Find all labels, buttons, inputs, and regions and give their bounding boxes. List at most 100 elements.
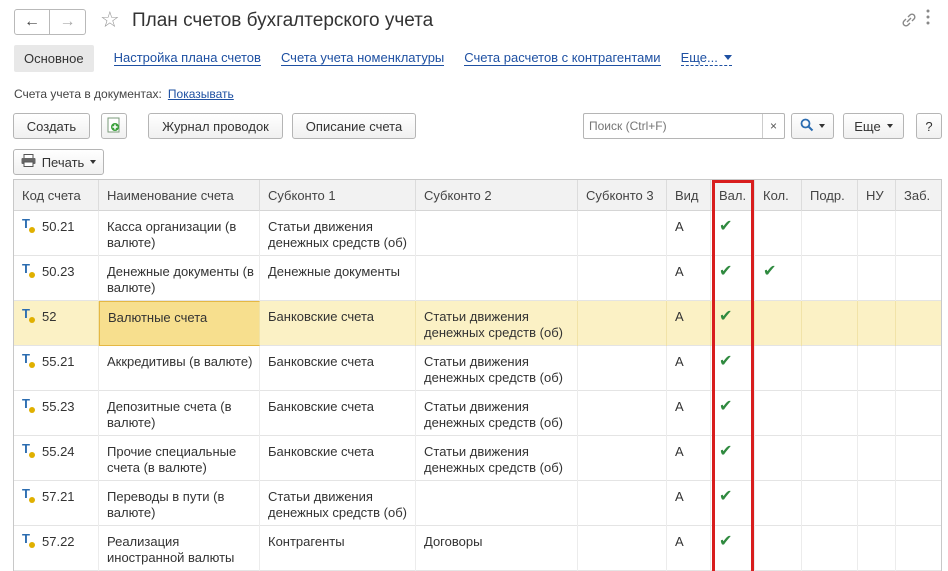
cell-qty[interactable] (755, 301, 802, 346)
col-header-tax[interactable]: НУ (858, 180, 896, 211)
table-row[interactable]: T 57.22 Реализация иностранной валюты Контр… (14, 526, 941, 571)
cell-val[interactable]: ✔ (711, 391, 755, 436)
cell-qty[interactable] (755, 346, 802, 391)
cell-code[interactable]: T 52 (14, 301, 99, 346)
cell-sub3[interactable] (578, 526, 667, 571)
col-header-subconto1[interactable]: Субконто 1 (260, 180, 416, 211)
table-row[interactable]: T 55.24 Прочие специальные счета (в валюте… (14, 436, 941, 481)
cell-val[interactable]: ✔ (711, 436, 755, 481)
cell-sub3[interactable] (578, 301, 667, 346)
cell-code[interactable]: T 50.21 (14, 211, 99, 256)
cell-code[interactable]: T 55.23 (14, 391, 99, 436)
cell-sub3[interactable] (578, 436, 667, 481)
cell-tax[interactable] (858, 256, 896, 301)
table-row[interactable]: T 52 Валютные счета Банковские счета Статьи … (14, 301, 941, 346)
cell-val[interactable]: ✔ (711, 346, 755, 391)
cell-qty[interactable] (755, 391, 802, 436)
cell-qty[interactable] (755, 436, 802, 481)
show-accounts-link[interactable]: Показывать (168, 87, 234, 101)
cell-name[interactable]: Аккредитивы (в валюте) (99, 346, 260, 391)
posting-journal-button[interactable]: Журнал проводок (148, 113, 283, 139)
cell-sub3[interactable] (578, 481, 667, 526)
cell-qty[interactable]: ✔ (755, 256, 802, 301)
tab-main[interactable]: Основное (14, 44, 94, 72)
cell-sub2[interactable]: Статьи движения денежных средств (об) (416, 391, 578, 436)
search-options-button[interactable] (791, 113, 834, 139)
cell-tax[interactable] (858, 436, 896, 481)
cell-div[interactable] (802, 256, 858, 301)
cell-div[interactable] (802, 391, 858, 436)
cell-sub2[interactable]: Статьи движения денежных средств (об) (416, 436, 578, 481)
tabs-more-menu[interactable]: Еще... (680, 50, 732, 66)
cell-tax[interactable] (858, 391, 896, 436)
print-button[interactable]: Печать (13, 149, 104, 175)
cell-sub2[interactable] (416, 256, 578, 301)
cell-tax[interactable] (858, 346, 896, 391)
cell-div[interactable] (802, 301, 858, 346)
forward-button[interactable]: → (50, 9, 86, 35)
tab-counterparty-accounts[interactable]: Счета расчетов с контрагентами (464, 50, 661, 66)
cell-val[interactable]: ✔ (711, 256, 755, 301)
search-clear-button[interactable]: × (762, 114, 784, 138)
cell-sub1[interactable]: Статьи движения денежных средств (об) (260, 211, 416, 256)
cell-tax[interactable] (858, 301, 896, 346)
table-row[interactable]: T 55.23 Депозитные счета (в валюте) Банковс… (14, 391, 941, 436)
cell-off[interactable] (896, 346, 941, 391)
col-header-kind[interactable]: Вид (667, 180, 711, 211)
cell-val[interactable]: ✔ (711, 301, 755, 346)
cell-sub2[interactable] (416, 481, 578, 526)
cell-tax[interactable] (858, 526, 896, 571)
help-button[interactable]: ? (916, 113, 942, 139)
cell-name[interactable]: Денежные документы (в валюте) (99, 256, 260, 301)
cell-sub2[interactable]: Статьи движения денежных средств (об) (416, 301, 578, 346)
cell-sub1[interactable]: Контрагенты (260, 526, 416, 571)
cell-name[interactable]: Прочие специальные счета (в валюте) (99, 436, 260, 481)
cell-off[interactable] (896, 391, 941, 436)
cell-val[interactable]: ✔ (711, 526, 755, 571)
cell-code[interactable]: T 57.21 (14, 481, 99, 526)
cell-kind[interactable]: А (667, 301, 711, 346)
cell-sub1[interactable]: Банковские счета (260, 436, 416, 481)
cell-sub3[interactable] (578, 346, 667, 391)
table-row[interactable]: T 55.21 Аккредитивы (в валюте) Банковские с… (14, 346, 941, 391)
cell-off[interactable] (896, 481, 941, 526)
col-header-name[interactable]: Наименование счета (99, 180, 260, 211)
cell-kind[interactable]: А (667, 526, 711, 571)
cell-name[interactable]: Касса организации (в валюте) (99, 211, 260, 256)
cell-qty[interactable] (755, 526, 802, 571)
more-vertical-icon[interactable] (925, 8, 931, 31)
cell-sub2[interactable] (416, 211, 578, 256)
table-row[interactable]: T 50.23 Денежные документы (в валюте) Денеж… (14, 256, 941, 301)
cell-sub1[interactable]: Денежные документы (260, 256, 416, 301)
cell-sub1[interactable]: Банковские счета (260, 391, 416, 436)
col-header-code[interactable]: Код счета (14, 180, 99, 211)
col-header-subconto3[interactable]: Субконто 3 (578, 180, 667, 211)
cell-name[interactable]: Реализация иностранной валюты (99, 526, 260, 571)
cell-name[interactable]: Депозитные счета (в валюте) (99, 391, 260, 436)
cell-kind[interactable]: А (667, 391, 711, 436)
cell-div[interactable] (802, 526, 858, 571)
cell-code[interactable]: T 55.24 (14, 436, 99, 481)
cell-div[interactable] (802, 346, 858, 391)
cell-div[interactable] (802, 436, 858, 481)
link-icon[interactable] (900, 11, 918, 34)
cell-div[interactable] (802, 211, 858, 256)
cell-qty[interactable] (755, 481, 802, 526)
cell-tax[interactable] (858, 481, 896, 526)
create-copy-button[interactable] (101, 113, 127, 139)
cell-kind[interactable]: А (667, 346, 711, 391)
cell-sub2[interactable]: Договоры (416, 526, 578, 571)
cell-code[interactable]: T 55.21 (14, 346, 99, 391)
cell-sub3[interactable] (578, 211, 667, 256)
cell-name[interactable]: Валютные счета (99, 301, 260, 346)
cell-tax[interactable] (858, 211, 896, 256)
cell-off[interactable] (896, 211, 941, 256)
cell-kind[interactable]: А (667, 211, 711, 256)
table-row[interactable]: T 50.21 Касса организации (в валюте) Статьи… (14, 211, 941, 256)
table-row[interactable]: T 57.21 Переводы в пути (в валюте) Статьи д… (14, 481, 941, 526)
cell-off[interactable] (896, 526, 941, 571)
search-input[interactable] (584, 114, 759, 138)
tab-nomenclature-accounts[interactable]: Счета учета номенклатуры (280, 50, 445, 66)
cell-qty[interactable] (755, 211, 802, 256)
cell-off[interactable] (896, 301, 941, 346)
